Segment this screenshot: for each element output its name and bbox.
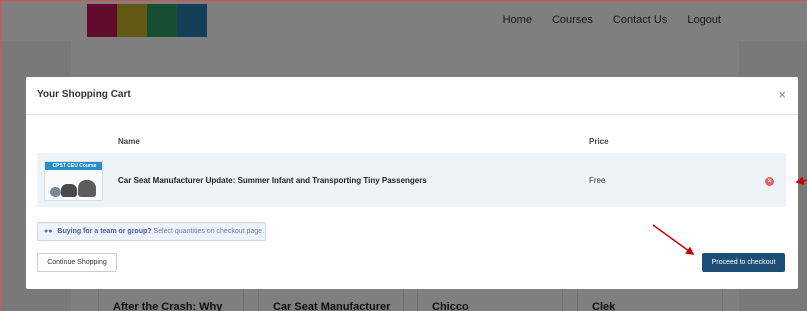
course-thumbnail: CPST CEU Course [44, 161, 103, 201]
car-seat-image [50, 187, 61, 197]
modal-title: Your Shopping Cart [37, 89, 131, 100]
thumbnail-tag: CPST CEU Course [45, 162, 102, 170]
group-notice-text: Select quantities on checkout page. [153, 228, 265, 235]
remove-item-icon[interactable]: × [765, 177, 774, 186]
users-icon: ●● [44, 228, 53, 235]
modal-header: Your Shopping Cart × [26, 77, 798, 115]
cart-item-row: CPST CEU Course Car Seat Manufacturer Up… [37, 153, 786, 207]
continue-shopping-button[interactable]: Continue Shopping [37, 253, 117, 272]
column-header-name: Name [118, 137, 140, 146]
group-purchase-notice: ●● Buying for a team or group? Select qu… [37, 222, 266, 241]
group-notice-title: Buying for a team or group? [57, 228, 152, 235]
car-seat-image [61, 184, 77, 197]
shopping-cart-modal: Your Shopping Cart × Name Price CPST CEU… [26, 77, 798, 289]
close-icon[interactable]: × [778, 88, 786, 101]
cart-item-price: Free [589, 176, 606, 185]
car-seat-image [78, 180, 96, 197]
proceed-to-checkout-button[interactable]: Proceed to checkout [702, 253, 785, 272]
cart-item-name: Car Seat Manufacturer Update: Summer Inf… [118, 176, 427, 185]
column-header-price: Price [589, 137, 609, 146]
